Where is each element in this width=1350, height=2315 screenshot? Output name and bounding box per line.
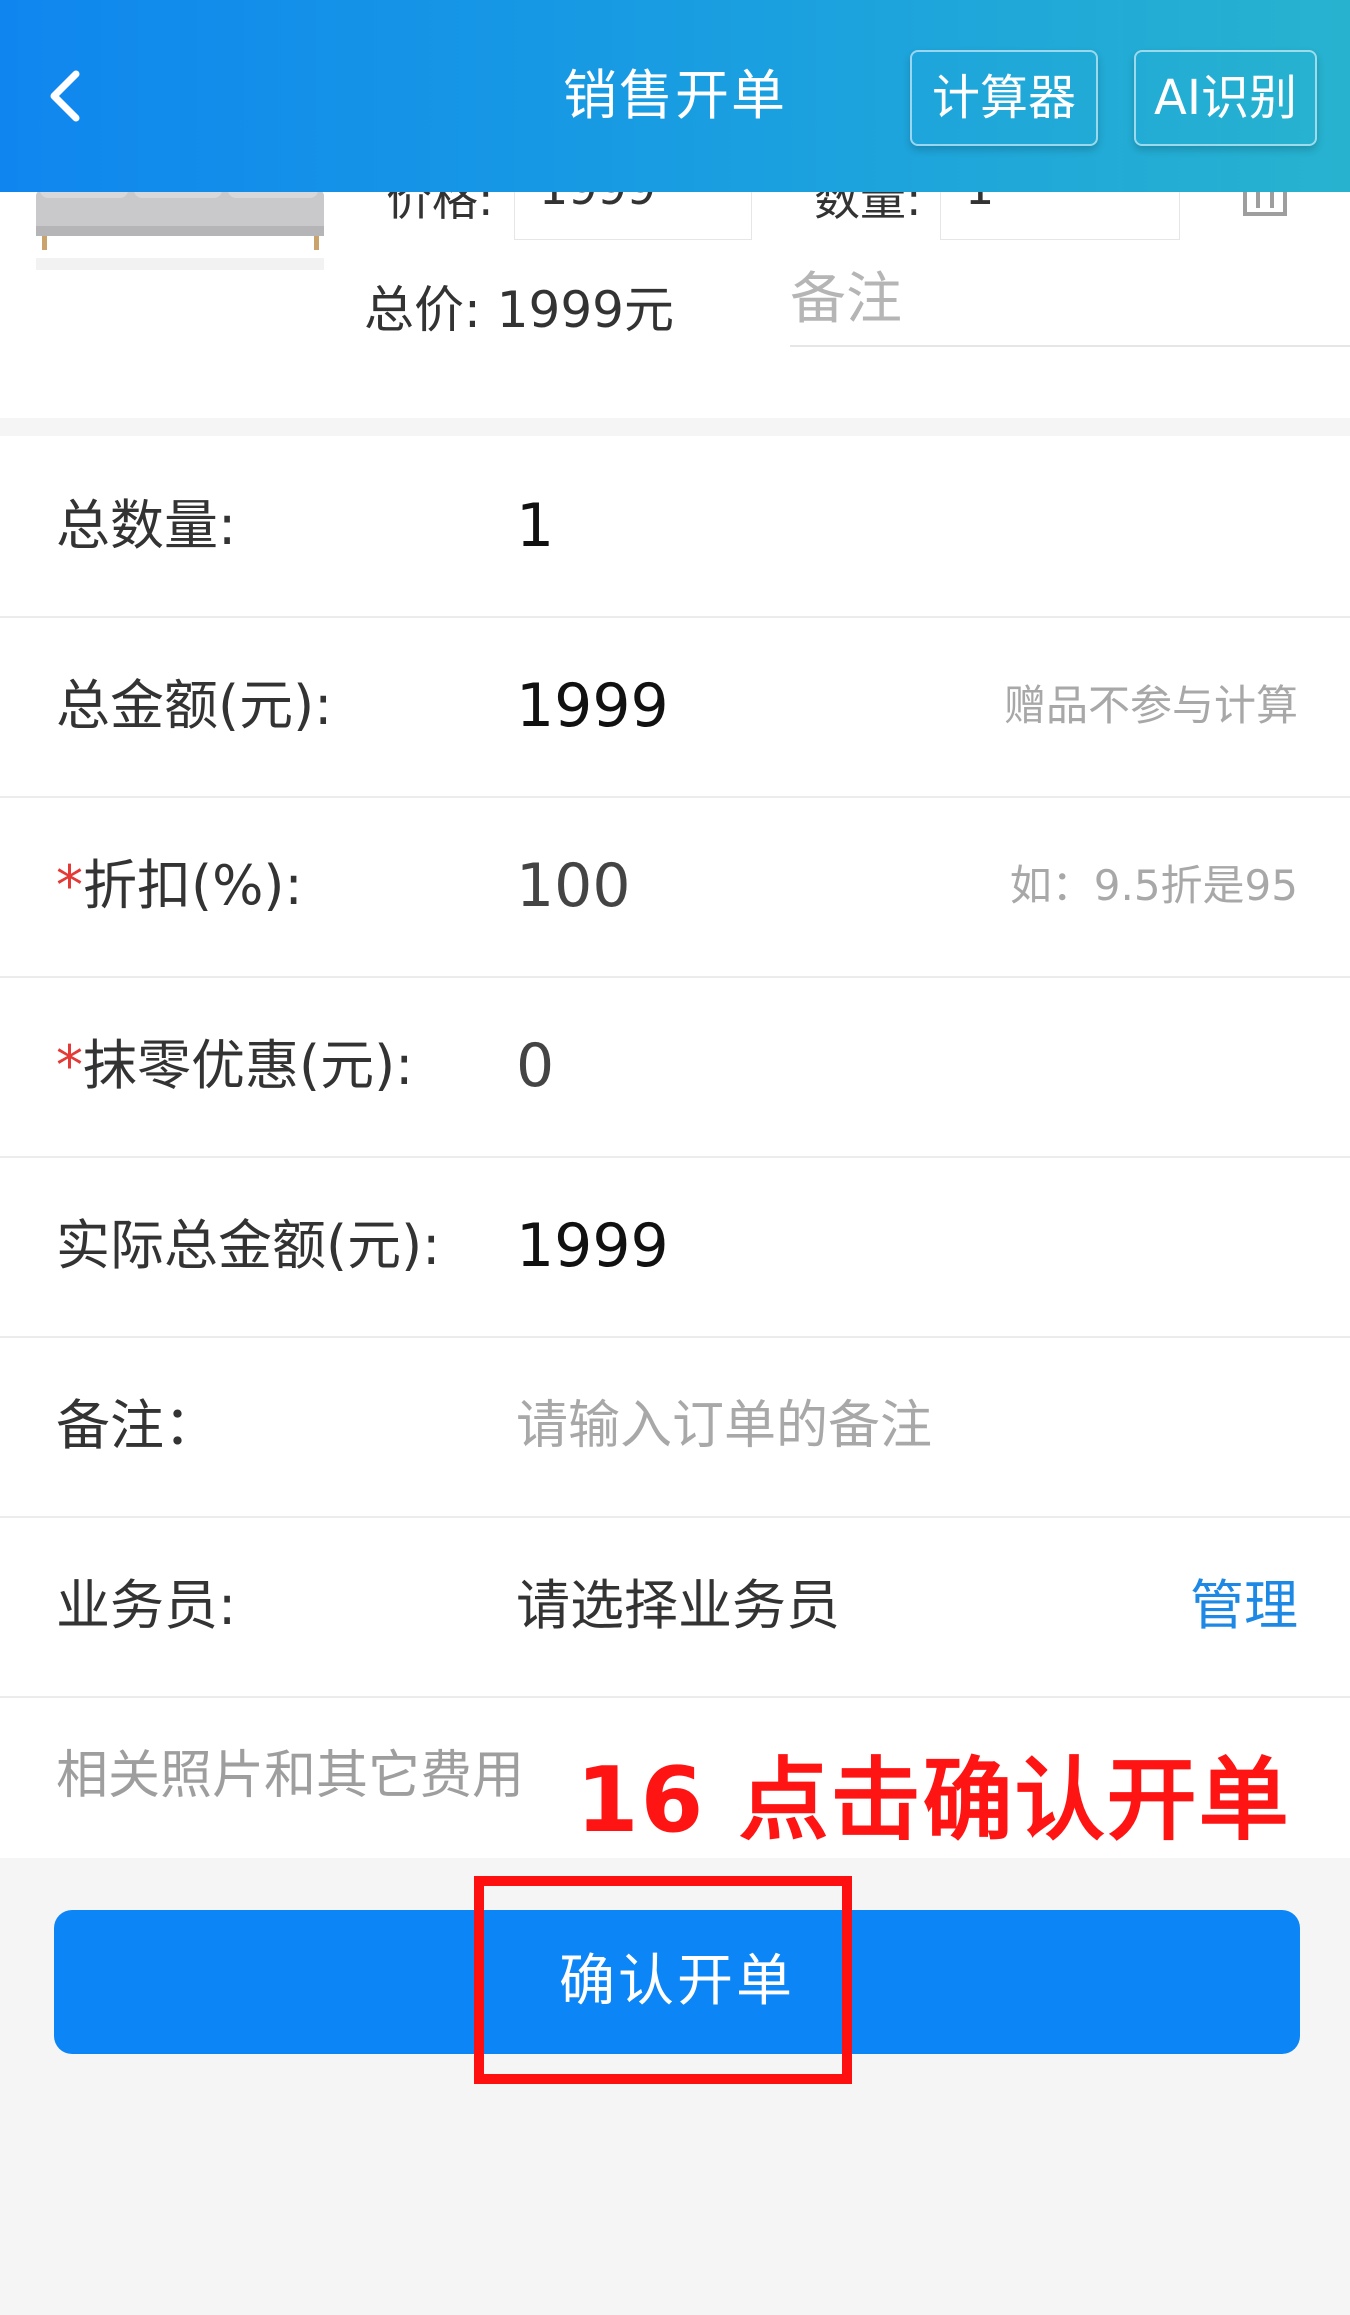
actual-total-row: 实际总金额(元): 1999 bbox=[0, 1156, 1350, 1338]
required-mark: * bbox=[56, 854, 83, 917]
rounding-label: *抹零优惠(元): bbox=[56, 976, 413, 1156]
salesman-row[interactable]: 业务员: 请选择业务员 管理 bbox=[0, 1516, 1350, 1698]
total-quantity-label: 总数量: bbox=[56, 494, 237, 557]
rounding-label-text: 抹零优惠(元): bbox=[83, 1034, 414, 1097]
ai-recognition-button[interactable]: AI识别 bbox=[1134, 50, 1317, 146]
manage-link[interactable]: 管理 bbox=[1190, 1516, 1298, 1696]
actual-total-label: 实际总金额(元): bbox=[56, 1214, 441, 1277]
item-remark-input[interactable]: 备注 bbox=[790, 255, 1350, 347]
total-amount-row: 总金额(元): 1999 赠品不参与计算 bbox=[0, 616, 1350, 798]
discount-input[interactable]: 100 bbox=[516, 796, 631, 976]
order-remark-input[interactable]: 请输入订单的备注 bbox=[516, 1336, 932, 1516]
required-mark: * bbox=[56, 1034, 83, 1097]
total-amount-label: 总金额(元): bbox=[56, 674, 333, 737]
order-remark-row[interactable]: 备注： 请输入订单的备注 bbox=[0, 1336, 1350, 1518]
order-remark-label: 备注： bbox=[56, 1394, 218, 1457]
photos-and-fees-label: 相关照片和其它费用 bbox=[56, 1746, 525, 1806]
rounding-row[interactable]: *抹零优惠(元): 0 bbox=[0, 976, 1350, 1158]
discount-label-text: 折扣(%): bbox=[83, 854, 303, 917]
discount-label: *折扣(%): bbox=[56, 796, 303, 976]
discount-hint: 如：9.5折是95 bbox=[1009, 861, 1298, 910]
gift-hint: 赠品不参与计算 bbox=[1003, 681, 1298, 730]
salesman-label: 业务员: bbox=[56, 1574, 237, 1637]
total-amount-value: 1999 bbox=[516, 671, 669, 741]
order-summary: 总数量: 1 总金额(元): 1999 赠品不参与计算 *折扣(%): 100 … bbox=[0, 436, 1350, 1858]
calculator-button[interactable]: 计算器 bbox=[910, 50, 1098, 146]
app-header: 销售开单 计算器 AI识别 bbox=[0, 0, 1350, 192]
item-subtotal: 总价: 1999元 bbox=[364, 281, 674, 339]
discount-row[interactable]: *折扣(%): 100 如：9.5折是95 bbox=[0, 796, 1350, 978]
step-annotation: 16 点击确认开单 bbox=[576, 1748, 1291, 1853]
highlight-box bbox=[474, 1876, 852, 2084]
salesman-select[interactable]: 请选择业务员 bbox=[516, 1516, 840, 1696]
total-quantity-row: 总数量: 1 bbox=[0, 436, 1350, 618]
rounding-input[interactable]: 0 bbox=[516, 976, 554, 1156]
actual-total-value: 1999 bbox=[516, 1211, 669, 1281]
total-quantity-value: 1 bbox=[516, 491, 555, 561]
